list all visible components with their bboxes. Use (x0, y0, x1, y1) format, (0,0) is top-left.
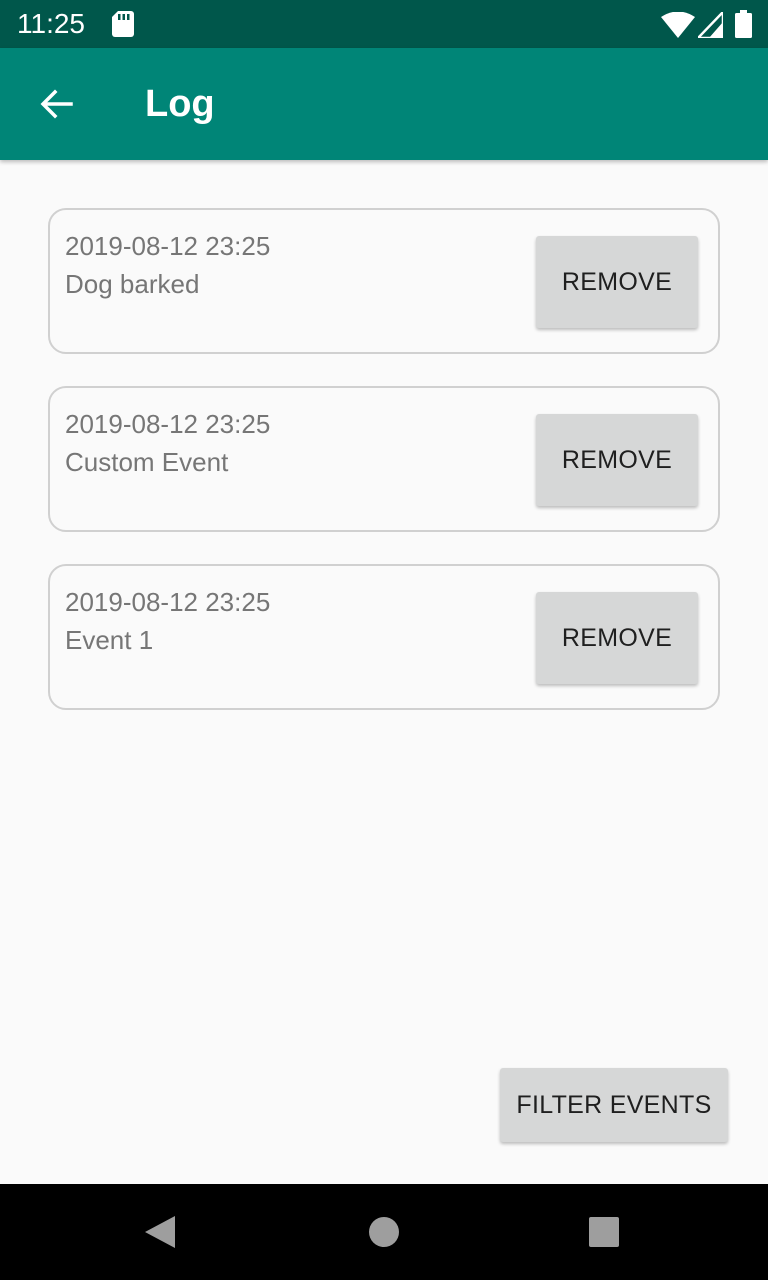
remove-button[interactable]: REMOVE (536, 236, 698, 328)
app-bar: Log (0, 48, 768, 160)
event-card: 2019-08-12 23:25 Dog barked REMOVE (48, 208, 720, 354)
sd-card-icon (112, 11, 134, 37)
status-time: 11:25 (17, 8, 85, 39)
nav-back-icon (145, 1216, 175, 1248)
navigation-bar (0, 1184, 768, 1280)
event-card: 2019-08-12 23:25 Event 1 REMOVE (48, 564, 720, 710)
event-timestamp: 2019-08-12 23:25 (65, 231, 271, 261)
arrow-back-icon (40, 89, 73, 119)
back-button[interactable] (24, 72, 88, 136)
nav-recents-icon (589, 1217, 619, 1247)
nav-recents-button[interactable] (572, 1200, 636, 1264)
event-name: Custom Event (65, 447, 229, 477)
remove-button[interactable]: REMOVE (536, 592, 698, 684)
status-bar: 11:25 (0, 0, 768, 48)
event-name: Dog barked (65, 269, 200, 299)
signal-icon (698, 12, 723, 38)
wifi-icon (661, 12, 695, 38)
filter-events-button[interactable]: FILTER EVENTS (500, 1068, 728, 1142)
event-list: 2019-08-12 23:25 Dog barked REMOVE 2019-… (48, 208, 720, 742)
event-timestamp: 2019-08-12 23:25 (65, 409, 271, 439)
remove-button[interactable]: REMOVE (536, 414, 698, 506)
nav-home-icon (369, 1217, 399, 1247)
page-title: Log (145, 83, 215, 125)
event-name: Event 1 (65, 625, 154, 655)
battery-icon (735, 10, 752, 38)
event-timestamp: 2019-08-12 23:25 (65, 587, 271, 617)
screen: 11:25 Log 2019-08-12 23:25 Dog barked RE… (0, 0, 768, 1280)
nav-back-button[interactable] (128, 1200, 192, 1264)
nav-home-button[interactable] (352, 1200, 416, 1264)
event-card: 2019-08-12 23:25 Custom Event REMOVE (48, 386, 720, 532)
